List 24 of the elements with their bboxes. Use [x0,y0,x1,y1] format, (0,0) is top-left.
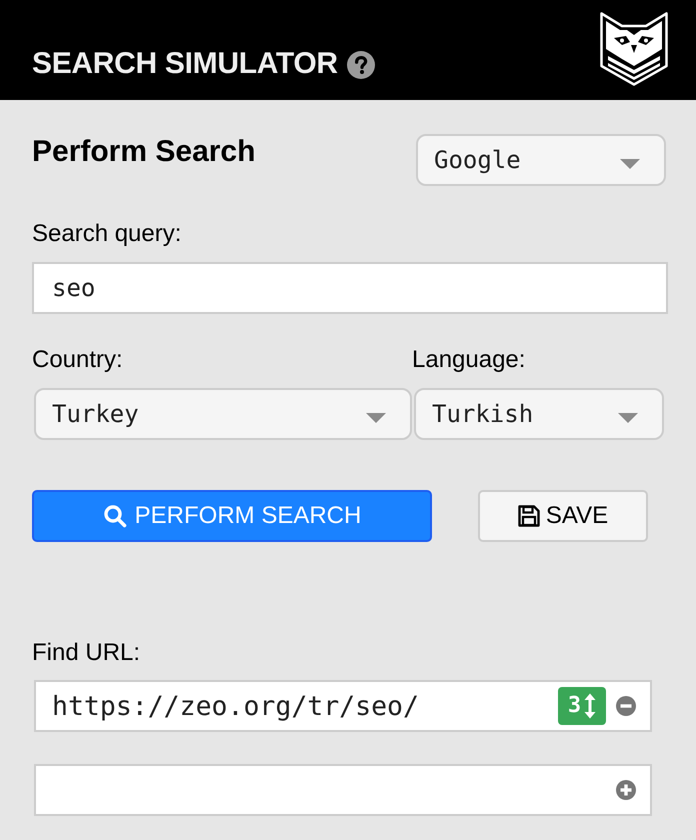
caret-icon [620,159,640,169]
url-input[interactable] [34,764,652,816]
search-engine-select[interactable]: Google [416,134,666,186]
section-heading: Perform Search [32,135,256,169]
language-select[interactable]: Turkish [414,388,664,440]
up-down-arrow-icon [584,693,596,719]
search-icon [102,504,127,528]
save-button[interactable]: SAVE [478,490,648,542]
perform-search-button[interactable]: PERFORM SEARCH [32,490,432,542]
url-text[interactable]: https://zeo.org/tr/seo/ [52,686,558,726]
url-input[interactable]: https://zeo.org/tr/seo/ 3 [34,680,652,732]
caret-icon [366,413,386,423]
minus-circle-icon[interactable] [616,696,636,716]
field-label: Search query: [32,220,182,248]
field-label: Find URL: [32,639,140,667]
field-label: Country: [32,346,123,374]
app-title: SEARCH SIMULATOR [32,47,338,80]
country-select[interactable]: Turkey [34,388,412,440]
caret-icon [618,413,638,423]
field-label: Language: [412,346,526,374]
plus-circle-icon[interactable] [616,780,636,800]
rank-number: 3 [568,694,582,718]
search-query-input[interactable]: seo [32,262,668,314]
help-icon[interactable] [346,50,375,78]
